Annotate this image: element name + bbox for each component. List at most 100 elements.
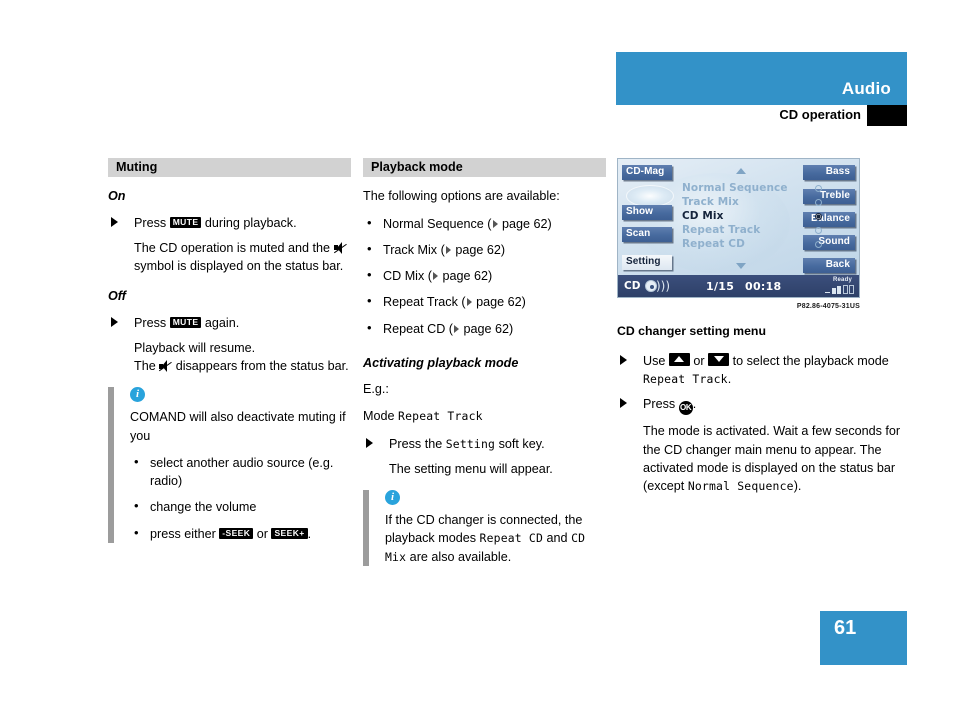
- result-symbol-disappears: The disappears from the status bar.: [134, 357, 351, 375]
- page-ref: ( page 62): [424, 269, 493, 284]
- softkey-cd-mag[interactable]: CD-Mag: [622, 165, 672, 180]
- column-right: CD-Mag Show Scan Setting Bass Treble Bal…: [617, 158, 908, 504]
- menu-item-repeat-track[interactable]: Repeat Track: [682, 223, 822, 237]
- page-ref-triangle-icon: [466, 298, 472, 307]
- result-text-a: The CD operation is muted and the: [134, 240, 334, 255]
- result-mode-activated: The mode is activated. Wait a few second…: [643, 422, 908, 495]
- list-item-option: Repeat Track ( page 62): [363, 292, 606, 311]
- result-mono-normal-sequence: Normal Sequence: [687, 479, 794, 494]
- result-text-b: disappears from the status bar.: [172, 359, 349, 374]
- step-press-mute-off: Press MUTE again.: [108, 314, 351, 332]
- display-status-bar: CD ))) 1/15 00:18 Ready: [618, 275, 859, 297]
- step-press-mute-on: Press MUTE during playback.: [108, 214, 351, 232]
- playback-mode-menu: Normal Sequence Track Mix CD Mix Repeat …: [682, 181, 822, 251]
- softkey-setting[interactable]: Setting: [622, 255, 672, 270]
- chapter-tab-marker: [867, 105, 907, 126]
- section-subtitle: CD operation: [779, 107, 861, 122]
- radio-button[interactable]: [815, 226, 822, 234]
- menu-item-label: Normal Sequence: [682, 182, 788, 194]
- seek-text-post: .: [307, 526, 312, 541]
- note-box-muting: i COMAND will also deactivate muting if …: [108, 387, 351, 543]
- eg-label: E.g.:: [363, 382, 389, 397]
- subheading-off: Off: [108, 289, 126, 304]
- subheading-on: On: [108, 189, 126, 204]
- option-name: CD Mix: [383, 269, 425, 284]
- mode-label: Mode: [363, 409, 399, 424]
- radio-button-selected[interactable]: [815, 212, 822, 220]
- status-source-label: CD: [624, 280, 641, 292]
- page-ref: ( page 62): [457, 295, 526, 310]
- note-text: If the CD changer is connected, the play…: [385, 511, 606, 566]
- step-arrow-icon: [366, 437, 373, 448]
- radio-button[interactable]: [815, 240, 822, 248]
- step-text-pre: Press: [134, 215, 170, 230]
- column-left: Muting On Press MUTE during playback. Th…: [108, 158, 351, 551]
- mute-key-badge: MUTE: [169, 316, 202, 329]
- step-arrow-icon: [620, 398, 627, 409]
- step-text-post: .: [692, 397, 697, 412]
- radio-button[interactable]: [815, 198, 822, 206]
- sound-wave-icon: ))): [656, 279, 671, 293]
- menu-item-normal-sequence[interactable]: Normal Sequence: [682, 181, 822, 195]
- note-side-bar: [363, 490, 369, 566]
- mode-line: Mode Repeat Track: [363, 407, 606, 425]
- radio-button[interactable]: [815, 184, 822, 192]
- list-item-option: Repeat CD ( page 62): [363, 319, 606, 338]
- column-middle: Playback mode The following options are …: [363, 158, 606, 575]
- result-setting-menu: The setting menu will appear.: [389, 461, 553, 476]
- option-name: Normal Sequence: [383, 216, 484, 231]
- result-part-2: ).: [793, 479, 802, 494]
- cd-disc-art: [626, 185, 674, 207]
- softkey-back[interactable]: Back: [803, 258, 855, 273]
- playback-intro-text: The following options are available:: [363, 189, 560, 204]
- menu-item-cd-mix[interactable]: CD Mix: [682, 209, 822, 223]
- list-item: change the volume: [130, 497, 351, 516]
- menu-item-label: Repeat CD: [682, 238, 745, 250]
- info-icon: i: [130, 387, 145, 403]
- comand-display-figure: CD-Mag Show Scan Setting Bass Treble Bal…: [617, 158, 860, 298]
- playback-options-list: Normal Sequence ( page 62) Track Mix ( p…: [363, 214, 606, 338]
- figure-caption: P82.86-4075-31US: [796, 303, 860, 310]
- menu-item-track-mix[interactable]: Track Mix: [682, 195, 822, 209]
- note-mono-repeat-cd: Repeat CD: [479, 531, 544, 546]
- page-ref-text: page 62: [442, 269, 489, 284]
- list-item-option: Normal Sequence ( page 62): [363, 214, 606, 233]
- mode-value: Repeat Track: [398, 409, 483, 424]
- scroll-up-triangle-icon[interactable]: [736, 168, 746, 174]
- step-use-arrows: Use or to select the playback mode Repea…: [617, 352, 908, 389]
- softkey-treble[interactable]: Treble: [803, 189, 855, 204]
- mute-key-badge: MUTE: [169, 216, 202, 229]
- note-bullet-list: select another audio source (e.g. radio)…: [130, 453, 351, 543]
- mute-speaker-icon: [159, 360, 173, 373]
- mode-mono-repeat-track: Repeat Track: [643, 372, 728, 387]
- ok-key-badge: OK: [678, 401, 693, 416]
- section-heading-muting: Muting: [108, 158, 351, 178]
- subheading-activating-playback-mode: Activating playback mode: [363, 355, 519, 370]
- step-text-end: .: [727, 372, 732, 387]
- list-item: select another audio source (e.g. radio): [130, 453, 351, 491]
- scroll-down-triangle-icon[interactable]: [736, 263, 746, 269]
- page-ref-text: page 62: [455, 242, 501, 257]
- page-title: Audio: [841, 79, 891, 98]
- heading-cd-changer-setting-menu: CD changer setting menu: [617, 324, 766, 339]
- step-text-post: to select the playback mode: [729, 353, 889, 368]
- page-ref-triangle-icon: [454, 324, 460, 333]
- result-playback-resume: Playback will resume.: [134, 340, 256, 355]
- softkey-bass[interactable]: Bass: [803, 165, 855, 180]
- softkey-scan[interactable]: Scan: [622, 227, 672, 242]
- step-arrow-icon: [620, 354, 627, 365]
- page-ref-text: page 62: [463, 321, 510, 336]
- setting-softkey-term: Setting: [445, 436, 496, 451]
- menu-item-label: Repeat Track: [682, 224, 761, 236]
- option-name: Repeat Track: [383, 295, 458, 310]
- step-text-mid: or: [689, 353, 709, 368]
- menu-item-repeat-cd[interactable]: Repeat CD: [682, 237, 822, 251]
- softkey-balance[interactable]: Balance: [803, 212, 855, 227]
- list-item-option: Track Mix ( page 62): [363, 240, 606, 259]
- step-text-pre: Press: [134, 315, 170, 330]
- page-ref: ( page 62): [483, 216, 552, 231]
- option-name: Repeat CD: [383, 321, 446, 336]
- softkey-show[interactable]: Show: [622, 205, 672, 220]
- seek-plus-key-badge: SEEK+: [271, 527, 308, 540]
- softkey-sound[interactable]: Sound: [803, 235, 855, 250]
